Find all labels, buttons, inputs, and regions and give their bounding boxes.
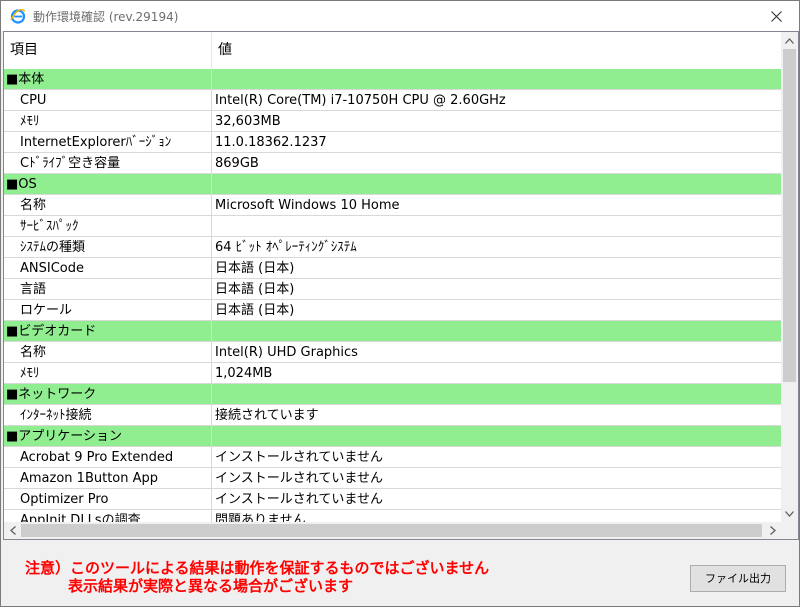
notice-line-1: 注意）このツールによる結果は動作を保証するものではございません	[25, 559, 490, 577]
column-header-value[interactable]: 値	[212, 32, 783, 69]
item-name-cell: ﾒﾓﾘ	[4, 363, 212, 384]
item-name-cell: 名称	[4, 342, 212, 363]
item-name-cell: ■ネットワーク	[4, 384, 212, 405]
scroll-up-button[interactable]	[781, 32, 798, 49]
item-name-cell: Amazon 1Button App	[4, 468, 212, 489]
item-value-cell: 64 ﾋﾞｯﾄ ｵﾍﾟﾚｰﾃｨﾝｸﾞｼｽﾃﾑ	[212, 237, 783, 258]
info-list[interactable]: 項目 値 ■本体 CPU Intel(R) Core(TM) i7-10750H C…	[3, 31, 799, 540]
item-value-cell	[212, 426, 783, 447]
scroll-down-button[interactable]	[781, 505, 798, 522]
section-row[interactable]: ■アプリケーション	[4, 426, 783, 447]
table-row[interactable]: 名称 Microsoft Windows 10 Home	[4, 195, 783, 216]
window-title: 動作環境確認 (rev.29194)	[33, 9, 179, 24]
item-name-cell: InternetExplorerﾊﾞｰｼﾞｮﾝ	[4, 132, 212, 153]
horizontal-scrollbar[interactable]	[4, 522, 781, 539]
item-value-cell	[212, 321, 783, 342]
item-name-cell: ■本体	[4, 69, 212, 90]
vertical-scrollbar[interactable]	[781, 32, 798, 522]
section-row[interactable]: ■ネットワーク	[4, 384, 783, 405]
table-row[interactable]: InternetExplorerﾊﾞｰｼﾞｮﾝ 11.0.18362.1237	[4, 132, 783, 153]
scroll-left-button[interactable]	[4, 522, 21, 539]
item-value-cell: 日本語 (日本)	[212, 258, 783, 279]
chevron-left-icon	[9, 526, 16, 535]
table-row[interactable]: 名称 Intel(R) UHD Graphics	[4, 342, 783, 363]
chevron-down-icon	[785, 510, 794, 517]
item-value-cell: インストールされていません	[212, 489, 783, 510]
app-window: 動作環境確認 (rev.29194) 項目 値 ■本体 CPU Intel(R) C…	[0, 0, 800, 607]
section-row[interactable]: ■本体	[4, 69, 783, 90]
item-name-cell: ロケール	[4, 300, 212, 321]
scrollbar-corner	[781, 522, 798, 539]
item-value-cell: 日本語 (日本)	[212, 300, 783, 321]
file-output-button[interactable]: ファイル出力	[690, 565, 786, 592]
item-name-cell: 名称	[4, 195, 212, 216]
item-value-cell: インストールされていません	[212, 447, 783, 468]
section-row[interactable]: ■OS	[4, 174, 783, 195]
item-name-cell: ｲﾝﾀｰﾈｯﾄ接続	[4, 405, 212, 426]
chevron-right-icon	[769, 526, 776, 535]
column-header-item[interactable]: 項目	[4, 32, 212, 69]
table-row[interactable]: ｼｽﾃﾑの種類 64 ﾋﾞｯﾄ ｵﾍﾟﾚｰﾃｨﾝｸﾞｼｽﾃﾑ	[4, 237, 783, 258]
table-row[interactable]: ANSICode 日本語 (日本)	[4, 258, 783, 279]
section-row[interactable]: ■ビデオカード	[4, 321, 783, 342]
item-name-cell: ■OS	[4, 174, 212, 195]
chevron-up-icon	[785, 37, 794, 44]
item-value-cell: 11.0.18362.1237	[212, 132, 783, 153]
item-value-cell: インストールされていません	[212, 468, 783, 489]
title-bar: 動作環境確認 (rev.29194)	[1, 1, 799, 31]
item-name-cell: ■ビデオカード	[4, 321, 212, 342]
item-name-cell: Optimizer Pro	[4, 489, 212, 510]
table-row[interactable]: Acrobat 9 Pro Extended インストールされていません	[4, 447, 783, 468]
item-name-cell: ｻｰﾋﾞｽﾊﾟｯｸ	[4, 216, 212, 237]
close-icon	[770, 10, 782, 22]
item-name-cell: Acrobat 9 Pro Extended	[4, 447, 212, 468]
table-row[interactable]: ロケール 日本語 (日本)	[4, 300, 783, 321]
table-row[interactable]: ｲﾝﾀｰﾈｯﾄ接続 接続されています	[4, 405, 783, 426]
horizontal-scroll-thumb[interactable]	[21, 524, 762, 537]
item-name-cell: ■アプリケーション	[4, 426, 212, 447]
item-value-cell: 日本語 (日本)	[212, 279, 783, 300]
item-value-cell	[212, 69, 783, 90]
item-name-cell: Cﾄﾞﾗｲﾌﾞ空き容量	[4, 153, 212, 174]
scroll-thumb[interactable]	[783, 49, 796, 382]
item-name-cell: ｼｽﾃﾑの種類	[4, 237, 212, 258]
table-row[interactable]: CPU Intel(R) Core(TM) i7-10750H CPU @ 2.6…	[4, 90, 783, 111]
table-row[interactable]: ﾒﾓﾘ 32,603MB	[4, 111, 783, 132]
item-name-cell: 言語	[4, 279, 212, 300]
item-value-cell	[212, 174, 783, 195]
table-row[interactable]: ﾒﾓﾘ 1,024MB	[4, 363, 783, 384]
item-value-cell: 869GB	[212, 153, 783, 174]
item-value-cell: 接続されています	[212, 405, 783, 426]
table-row[interactable]: Cﾄﾞﾗｲﾌﾞ空き容量 869GB	[4, 153, 783, 174]
scroll-right-button[interactable]	[764, 522, 781, 539]
item-name-cell: CPU	[4, 90, 212, 111]
list-rows: ■本体 CPU Intel(R) Core(TM) i7-10750H CPU @ …	[4, 69, 783, 531]
notice-line-2: 表示結果が実際と異なる場合がございます	[68, 577, 354, 595]
table-row[interactable]: Amazon 1Button App インストールされていません	[4, 468, 783, 489]
item-value-cell: Intel(R) UHD Graphics	[212, 342, 783, 363]
table-row[interactable]: Optimizer Pro インストールされていません	[4, 489, 783, 510]
close-button[interactable]	[753, 1, 799, 31]
item-name-cell: ANSICode	[4, 258, 212, 279]
item-value-cell	[212, 216, 783, 237]
ie-icon	[10, 8, 26, 24]
item-value-cell: 32,603MB	[212, 111, 783, 132]
table-row[interactable]: 言語 日本語 (日本)	[4, 279, 783, 300]
item-value-cell: 1,024MB	[212, 363, 783, 384]
notice-text: 注意）このツールによる結果は動作を保証するものではございません 表示結果が実際と…	[25, 559, 489, 595]
item-value-cell: Microsoft Windows 10 Home	[212, 195, 783, 216]
list-header: 項目 値	[4, 32, 783, 69]
table-row[interactable]: ｻｰﾋﾞｽﾊﾟｯｸ	[4, 216, 783, 237]
item-value-cell	[212, 384, 783, 405]
item-value-cell: Intel(R) Core(TM) i7-10750H CPU @ 2.60GH…	[212, 90, 783, 111]
item-name-cell: ﾒﾓﾘ	[4, 111, 212, 132]
